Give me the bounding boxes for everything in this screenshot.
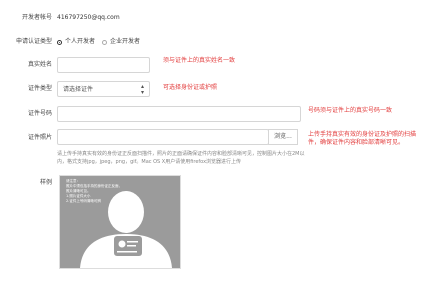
id-photo-note-line2: 内，格式支持jpg，jpeg，png，gif。Mac OS X用户请使用fire… [57,159,242,165]
radio-enterprise-developer[interactable]: 企业开发者 [102,38,140,46]
id-type-selected-value: 请选择证件 [63,86,94,93]
browse-button[interactable]: 浏览... [268,129,298,145]
id-number-input[interactable] [57,106,301,122]
radio-personal-label: 个人开发者 [65,38,96,45]
developer-account-label: 开发者帐号 [21,14,52,21]
id-type-hint: 可选择身份证或护照 [163,84,218,91]
radio-checked-icon [57,39,62,45]
sample-label: 样例 [39,179,52,186]
real-name-label: 真实姓名 [27,61,52,68]
id-photo-label: 证件照片 [27,134,52,141]
id-type-select[interactable]: 请选择证件 ▴ ▾ [57,81,150,97]
id-photo-path-input[interactable] [57,129,269,145]
sample-instructions: 请注意： 照片中须包括手持的身份证正反面，照片清晰可见。 1.照片证件大小 2.… [66,179,124,204]
id-number-hint: 号码须与证件上的真实号码一致 [308,107,393,114]
radio-personal-developer[interactable]: 个人开发者 [57,38,95,46]
apply-type-label: 申请认证类型 [15,38,52,45]
real-name-input[interactable] [57,57,150,73]
sample-image: 请注意： 照片中须包括手持的身份证正反面，照片清晰可见。 1.照片证件大小 2.… [59,175,181,269]
radio-enterprise-label: 企业开发者 [110,38,141,45]
updown-arrow-icon: ▴ ▾ [140,83,144,96]
id-number-label: 证件号码 [27,110,52,117]
developer-account-value: 416797250@qq.com [57,14,120,21]
id-photo-hint: 上传手持真实有效的身份证及护照的扫描件，确保证件内容和脸部清晰可见。 [308,131,417,146]
sample-text-line: 照片中须包括手持的身份证正反面，照片清晰可见。 [66,184,122,193]
id-photo-note-line1: 请上传手持真实有效的身份证正反面扫描件，照片的正面请确保证件内容和脸部清晰可见，… [57,151,305,157]
real-name-hint: 须与证件上的真实姓名一致 [163,57,236,64]
sample-text-line: 2.证件上号码清晰可辨 [66,199,101,203]
radio-unchecked-icon [102,39,107,45]
id-type-label: 证件类型 [27,85,52,92]
